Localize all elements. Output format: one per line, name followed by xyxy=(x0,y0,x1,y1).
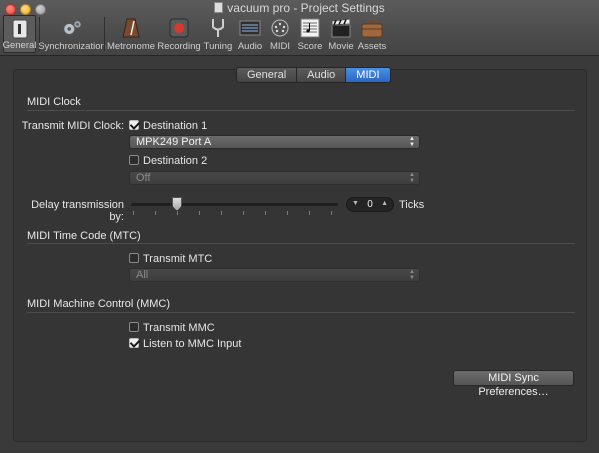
midi-sync-preferences-button[interactable]: MIDI Sync Preferences… xyxy=(453,370,574,398)
popup-arrows-icon: ▲ ▼ xyxy=(409,269,415,281)
section-divider xyxy=(27,312,575,313)
destination-2-checkbox[interactable] xyxy=(129,155,139,165)
mtc-port-popup[interactable]: All ▲ ▼ xyxy=(129,268,420,282)
slider-tick xyxy=(309,211,310,215)
record-icon xyxy=(168,17,190,39)
destination-2-port-popup[interactable]: Off ▲ ▼ xyxy=(129,171,420,185)
tab-midi[interactable]: MIDI xyxy=(346,68,390,82)
settings-toolbar: General Synchronization Metronome Record… xyxy=(0,15,400,53)
delay-slider-track[interactable] xyxy=(131,203,338,206)
toolbar-general[interactable]: General xyxy=(3,15,36,53)
midi-port-icon xyxy=(269,17,291,39)
slider-tick xyxy=(221,211,222,215)
toolbar-synchronization[interactable]: Synchronization xyxy=(38,15,106,53)
destination-1-port-popup[interactable]: MPK249 Port A ▲ ▼ xyxy=(129,135,420,149)
metronome-icon xyxy=(120,17,142,39)
slider-tick xyxy=(133,211,134,215)
slider-tick xyxy=(287,211,288,215)
delay-transmission-label: Delay transmission by: xyxy=(31,199,124,223)
transmit-mmc-checkbox[interactable] xyxy=(129,322,139,332)
destination-1-label: Destination 1 xyxy=(143,120,208,132)
clapperboard-icon xyxy=(330,17,352,39)
audio-icon xyxy=(239,17,261,39)
tab-audio[interactable]: Audio xyxy=(297,68,347,82)
toolbar-metronome[interactable]: Metronome xyxy=(107,15,155,53)
toolbar-recording[interactable]: Recording xyxy=(157,15,201,53)
toolbar-assets[interactable]: Assets xyxy=(358,15,386,53)
delay-ticks-stepper[interactable]: ▼ 0 ▲ xyxy=(346,197,394,212)
mmc-heading: MIDI Machine Control (MMC) xyxy=(27,298,171,310)
gears-icon xyxy=(61,17,83,39)
slider-tick xyxy=(243,211,244,215)
popup-arrows-icon: ▲ ▼ xyxy=(409,136,415,148)
section-divider xyxy=(27,110,575,111)
transmit-mtc-label: Transmit MTC xyxy=(143,253,213,265)
listen-mmc-input-checkbox[interactable] xyxy=(129,338,139,348)
slider-tick xyxy=(199,211,200,215)
title-bar: vacuum pro - Project Settings General Sy… xyxy=(0,0,599,56)
settings-tab-bar: General Audio MIDI xyxy=(236,67,391,83)
ticks-unit-label: Ticks xyxy=(399,199,425,211)
section-divider xyxy=(27,243,575,244)
slider-tick xyxy=(177,211,178,215)
listen-mmc-input-label: Listen to MMC Input xyxy=(143,338,242,350)
increment-icon[interactable]: ▲ xyxy=(381,200,388,207)
score-icon xyxy=(299,17,321,39)
general-icon xyxy=(9,18,31,40)
midi-clock-heading: MIDI Clock xyxy=(27,96,81,108)
slider-tick xyxy=(331,211,332,215)
document-icon xyxy=(214,2,224,13)
destination-1-checkbox[interactable] xyxy=(129,120,139,130)
transmit-mtc-checkbox[interactable] xyxy=(129,253,139,263)
popup-arrows-icon: ▲ ▼ xyxy=(409,172,415,184)
slider-tick xyxy=(265,211,266,215)
tuning-fork-icon xyxy=(207,17,229,39)
window-title: vacuum pro - Project Settings xyxy=(0,1,599,15)
tab-general[interactable]: General xyxy=(237,68,298,82)
slider-tick xyxy=(155,211,156,215)
transmit-midi-clock-label: Transmit MIDI Clock: xyxy=(21,120,124,132)
mtc-heading: MIDI Time Code (MTC) xyxy=(27,230,141,242)
destination-2-label: Destination 2 xyxy=(143,155,208,167)
briefcase-icon xyxy=(361,17,383,39)
transmit-mmc-label: Transmit MMC xyxy=(143,322,215,334)
